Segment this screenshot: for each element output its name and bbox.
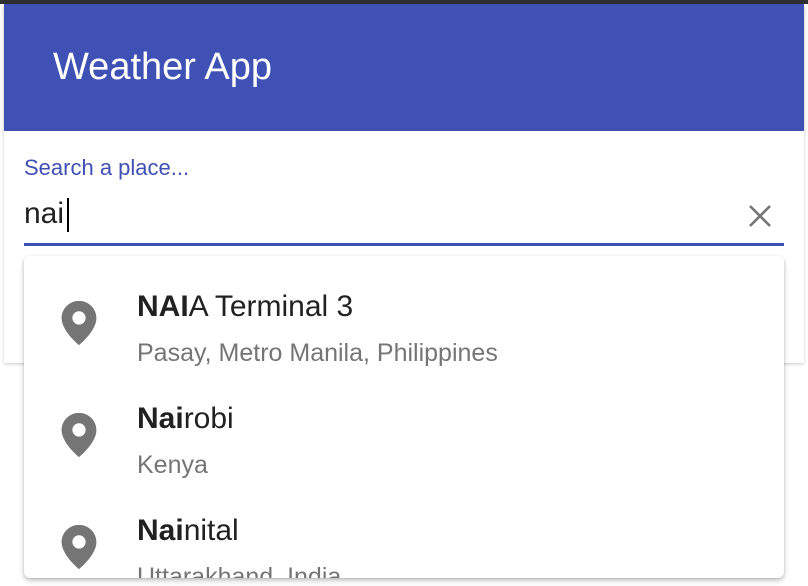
suggestion-subtitle: Uttarakhand, India <box>137 563 342 578</box>
suggestion-item[interactable]: Nainital Uttarakhand, India <box>24 480 784 578</box>
matched-text: Nai <box>137 514 184 547</box>
search-input[interactable] <box>24 195 724 233</box>
unmatched-text: nital <box>183 514 239 547</box>
suggestion-title: Nainital <box>137 513 239 549</box>
close-icon <box>749 205 771 227</box>
unmatched-text: robi <box>183 402 234 435</box>
search-underline <box>24 243 784 246</box>
matched-text: Nai <box>137 402 184 435</box>
matched-text: NAI <box>137 290 189 323</box>
suggestion-item[interactable]: NAIA Terminal 3 Pasay, Metro Manila, Phi… <box>24 256 784 368</box>
search-label: Search a place... <box>24 155 190 180</box>
location-pin-icon <box>61 524 97 570</box>
suggestion-title: NAIA Terminal 3 <box>137 289 353 325</box>
suggestion-item[interactable]: Nairobi Kenya <box>24 368 784 480</box>
suggestion-title: Nairobi <box>137 401 234 437</box>
suggestion-subtitle: Pasay, Metro Manila, Philippines <box>137 339 498 367</box>
app-bar: Weather App <box>4 4 804 131</box>
location-pin-icon <box>61 300 97 346</box>
text-cursor <box>67 198 69 232</box>
clear-search-button[interactable] <box>740 196 780 236</box>
app-title: Weather App <box>53 46 273 88</box>
unmatched-text: A Terminal 3 <box>188 290 354 323</box>
suggestions-dropdown: NAIA Terminal 3 Pasay, Metro Manila, Phi… <box>24 256 784 578</box>
location-pin-icon <box>61 412 97 458</box>
suggestion-subtitle: Kenya <box>137 451 208 479</box>
